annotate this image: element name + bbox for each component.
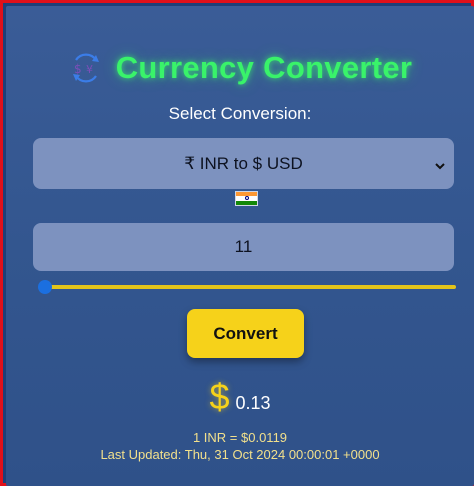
conversion-label: Select Conversion: — [168, 104, 312, 123]
amount-slider[interactable] — [40, 285, 456, 289]
conversion-select[interactable]: ₹ INR to $ USD — [33, 138, 454, 189]
chevron-down-icon — [434, 157, 446, 170]
header: $ ¥ Currency Converter — [6, 50, 474, 86]
exchange-rate: 1 INR = $0.0119 — [192, 430, 288, 445]
result: $ 0.13 — [6, 376, 474, 418]
app-frame: $ ¥ Currency Converter Select Conversion… — [0, 0, 474, 486]
result-value: 0.13 — [235, 393, 271, 413]
amount-input[interactable]: 11 — [33, 223, 454, 271]
currency-exchange-icon: $ ¥ — [68, 50, 104, 86]
last-updated: Last Updated: Thu, 31 Oct 2024 00:00:01 … — [100, 447, 380, 462]
dollar-icon: $ — [209, 376, 230, 417]
svg-text:$: $ — [74, 62, 82, 76]
slider-thumb[interactable] — [38, 280, 52, 294]
svg-text:¥: ¥ — [86, 63, 93, 76]
amount-value: 11 — [234, 237, 253, 256]
conversion-select-value: ₹ INR to $ USD — [184, 153, 303, 173]
converter-card: $ ¥ Currency Converter Select Conversion… — [6, 6, 474, 486]
convert-button[interactable]: Convert — [187, 309, 304, 358]
page-title: Currency Converter — [115, 50, 413, 85]
india-flag-icon — [235, 191, 258, 206]
